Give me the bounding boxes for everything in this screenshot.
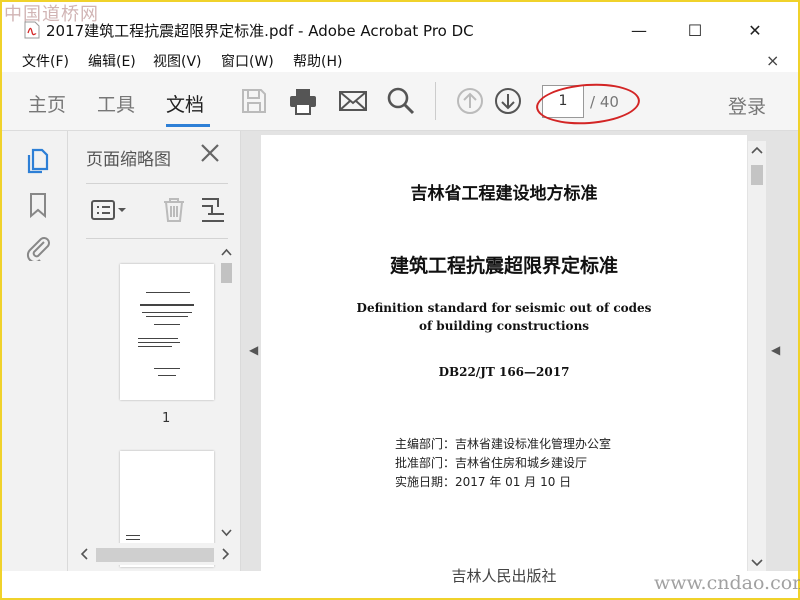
watermark-top: 中国道桥网	[4, 4, 99, 25]
scrollbar-thumb[interactable]	[221, 263, 232, 283]
menu-window[interactable]: 窗口(W)	[221, 51, 274, 71]
menu-view[interactable]: 视图(V)	[153, 51, 202, 71]
document-info-date: 实施日期：2017 年 01 月 10 日	[395, 475, 572, 489]
minimize-button[interactable]: —	[616, 16, 662, 46]
save-icon[interactable]	[238, 85, 270, 117]
page-thumbnails-icon[interactable]	[24, 147, 52, 175]
document-scrollbar[interactable]	[748, 141, 766, 571]
thumb-text-line	[158, 375, 176, 376]
chevron-down-icon[interactable]	[221, 527, 232, 538]
document-code: DB22/JT 166—2017	[438, 365, 570, 379]
toolbar: 主页 工具 文档 1 / 40 登录	[2, 72, 798, 131]
thumb-text-line	[126, 539, 140, 540]
document-info-editor: 主编部门：吉林省建设标准化管理办公室	[395, 437, 612, 451]
delete-icon[interactable]	[160, 196, 188, 224]
options-menu-icon[interactable]	[90, 196, 128, 224]
thumb-text-line	[146, 316, 188, 317]
collapse-left-panel-button[interactable]: ◀	[249, 343, 258, 357]
thumb-text-line	[138, 342, 180, 343]
thumb-text-line	[146, 292, 190, 293]
panel-toolbar	[86, 183, 228, 239]
tab-tools[interactable]: 工具	[97, 90, 135, 117]
chevron-up-icon[interactable]	[221, 247, 232, 258]
title-bar: 2017建筑工程抗震超限界定标准.pdf - Adobe Acrobat Pro…	[2, 2, 798, 48]
thumbnail-page-label: 1	[162, 411, 171, 426]
menu-bar: 文件(F) 编辑(E) 视图(V) 窗口(W) 帮助(H) ×	[2, 48, 798, 72]
toolbar-separator	[435, 82, 436, 120]
close-icon[interactable]	[198, 141, 222, 165]
search-icon[interactable]	[385, 85, 417, 117]
window-title: 2017建筑工程抗震超限界定标准.pdf - Adobe Acrobat Pro…	[46, 22, 474, 40]
page-number-input[interactable]: 1	[542, 85, 584, 118]
menu-help[interactable]: 帮助(H)	[293, 51, 342, 71]
crop-icon[interactable]	[200, 196, 226, 224]
tab-home[interactable]: 主页	[28, 90, 66, 117]
document-english-title-2: of building constructions	[418, 319, 590, 333]
scrollbar-thumb[interactable]	[751, 165, 763, 185]
scrollbar-thumb[interactable]	[96, 548, 214, 562]
thumb-text-line	[142, 312, 192, 313]
pdf-page: 吉林省工程建设地方标准 建筑工程抗震超限界定标准 Definition stan…	[261, 135, 747, 585]
print-icon[interactable]	[287, 85, 319, 117]
attachment-icon[interactable]	[24, 233, 52, 261]
page-thumbnail[interactable]	[120, 264, 214, 400]
thumb-text-line	[126, 535, 140, 536]
panel-title: 页面缩略图	[86, 150, 171, 170]
document-org: 吉林省工程建设地方标准	[410, 184, 598, 204]
document-info-approver: 批准部门：吉林省住房和城乡建设厅	[395, 456, 588, 470]
document-title: 建筑工程抗震超限界定标准	[389, 255, 618, 277]
email-icon[interactable]	[337, 85, 369, 117]
watermark-bottom: www.cndao.com	[654, 572, 800, 594]
maximize-button[interactable]: ☐	[672, 16, 718, 46]
close-window-button[interactable]: ✕	[732, 16, 778, 46]
menu-file[interactable]: 文件(F)	[22, 51, 69, 71]
bookmark-icon[interactable]	[24, 191, 52, 219]
thumbnail-panel: 页面缩略图 1	[68, 131, 241, 571]
tab-document[interactable]: 文档	[166, 90, 204, 117]
thumb-text-line	[140, 304, 194, 306]
thumbnail-scrollbar[interactable]	[218, 245, 235, 541]
thumbnail-horizontal-scrollbar[interactable]	[76, 543, 238, 565]
active-tab-indicator	[166, 124, 210, 127]
page-total: / 40	[590, 93, 619, 111]
thumb-text-line	[138, 346, 172, 347]
menu-edit[interactable]: 编辑(E)	[88, 51, 136, 71]
chevron-right-icon[interactable]	[220, 548, 231, 560]
navigation-rail	[2, 131, 68, 571]
chevron-down-icon[interactable]	[751, 557, 763, 568]
close-document-button[interactable]: ×	[766, 51, 779, 70]
collapse-right-panel-button[interactable]: ◀	[771, 343, 780, 357]
login-link[interactable]: 登录	[728, 92, 766, 119]
page-up-icon[interactable]	[454, 85, 486, 117]
thumb-text-line	[154, 368, 180, 369]
page-down-icon[interactable]	[492, 85, 524, 117]
thumb-text-line	[154, 324, 180, 325]
chevron-left-icon[interactable]	[79, 548, 90, 560]
document-english-title-1: Definition standard for seismic out of c…	[356, 301, 652, 315]
document-view: ◀ 吉林省工程建设地方标准 建筑工程抗震超限界定标准 Definition st…	[241, 131, 798, 585]
chevron-up-icon[interactable]	[751, 145, 763, 156]
thumb-text-line	[138, 338, 178, 339]
